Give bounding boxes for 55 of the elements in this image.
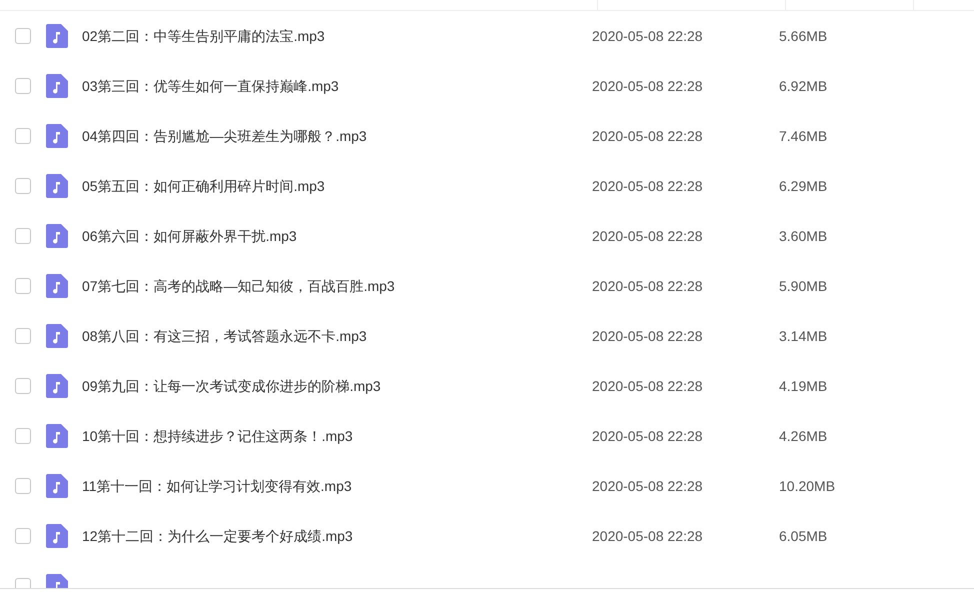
modified-date: 2020-05-08 22:28 bbox=[592, 126, 704, 146]
file-name[interactable]: 05第五回：如何正确利用碎片时间.mp3 bbox=[82, 176, 592, 196]
checkbox[interactable] bbox=[15, 228, 31, 244]
music-file-icon bbox=[45, 274, 69, 298]
modified-date: 2020-05-08 22:28 bbox=[592, 26, 704, 46]
file-name[interactable]: 11第十一回：如何让学习计划变得有效.mp3 bbox=[82, 476, 592, 496]
music-file-icon bbox=[45, 174, 69, 198]
file-size: 5.66MB bbox=[779, 26, 828, 46]
modified-date: 2020-05-08 22:28 bbox=[592, 276, 704, 296]
checkbox[interactable] bbox=[15, 78, 31, 94]
modified-date: 2020-05-08 22:28 bbox=[592, 76, 704, 96]
modified-date: 2020-05-08 22:28 bbox=[592, 376, 704, 396]
file-size: 3.60MB bbox=[779, 226, 828, 246]
checkbox[interactable] bbox=[15, 128, 31, 144]
music-file-icon bbox=[45, 374, 69, 398]
modified-date: 2020-05-08 22:28 bbox=[592, 326, 704, 346]
file-size: 7.46MB bbox=[779, 126, 828, 146]
file-size: 6.29MB bbox=[779, 176, 828, 196]
modified-date: 2020-05-08 22:28 bbox=[592, 426, 704, 446]
music-file-icon bbox=[45, 24, 69, 48]
file-name[interactable]: 06第六回：如何屏蔽外界干扰.mp3 bbox=[82, 226, 592, 246]
file-name[interactable]: 03第三回：优等生如何一直保持巅峰.mp3 bbox=[82, 76, 592, 96]
checkbox[interactable] bbox=[15, 478, 31, 494]
file-size: 4.26MB bbox=[779, 426, 828, 446]
music-file-icon bbox=[45, 224, 69, 248]
checkbox[interactable] bbox=[15, 528, 31, 544]
music-file-icon bbox=[45, 124, 69, 148]
file-size: 6.92MB bbox=[779, 76, 828, 96]
file-name[interactable]: 04第四回：告别尴尬—尖班差生为哪般？.mp3 bbox=[82, 126, 592, 146]
modified-date: 2020-05-08 22:28 bbox=[592, 176, 704, 196]
file-name[interactable]: 09第九回：让每一次考试变成你进步的阶梯.mp3 bbox=[82, 376, 592, 396]
modified-date: 2020-05-08 22:28 bbox=[592, 476, 704, 496]
checkbox[interactable] bbox=[15, 378, 31, 394]
modified-date: 2020-05-08 22:28 bbox=[592, 526, 704, 546]
music-file-icon bbox=[45, 74, 69, 98]
file-name[interactable]: 02第二回：中等生告别平庸的法宝.mp3 bbox=[82, 26, 592, 46]
file-size: 3.14MB bbox=[779, 326, 828, 346]
checkbox[interactable] bbox=[15, 278, 31, 294]
file-name[interactable]: 12第十二回：为什么一定要考个好成绩.mp3 bbox=[82, 526, 592, 546]
file-size: 10.20MB bbox=[779, 476, 836, 496]
file-size: 6.05MB bbox=[779, 526, 828, 546]
music-file-icon bbox=[45, 524, 69, 548]
checkbox[interactable] bbox=[15, 428, 31, 444]
music-file-icon bbox=[45, 324, 69, 348]
file-size: 5.90MB bbox=[779, 276, 828, 296]
file-name[interactable]: 08第八回：有这三招，考试答题永远不卡.mp3 bbox=[82, 326, 592, 346]
music-file-icon bbox=[45, 474, 69, 498]
file-name[interactable]: 10第十回：想持续进步？记住这两条！.mp3 bbox=[82, 426, 592, 446]
file-name[interactable]: 07第七回：高考的战略—知己知彼，百战百胜.mp3 bbox=[82, 276, 592, 296]
music-file-icon bbox=[45, 424, 69, 448]
checkbox[interactable] bbox=[15, 28, 31, 44]
checkbox[interactable] bbox=[15, 328, 31, 344]
file-size: 4.19MB bbox=[779, 376, 828, 396]
modified-date: 2020-05-08 22:28 bbox=[592, 226, 704, 246]
checkbox[interactable] bbox=[15, 178, 31, 194]
